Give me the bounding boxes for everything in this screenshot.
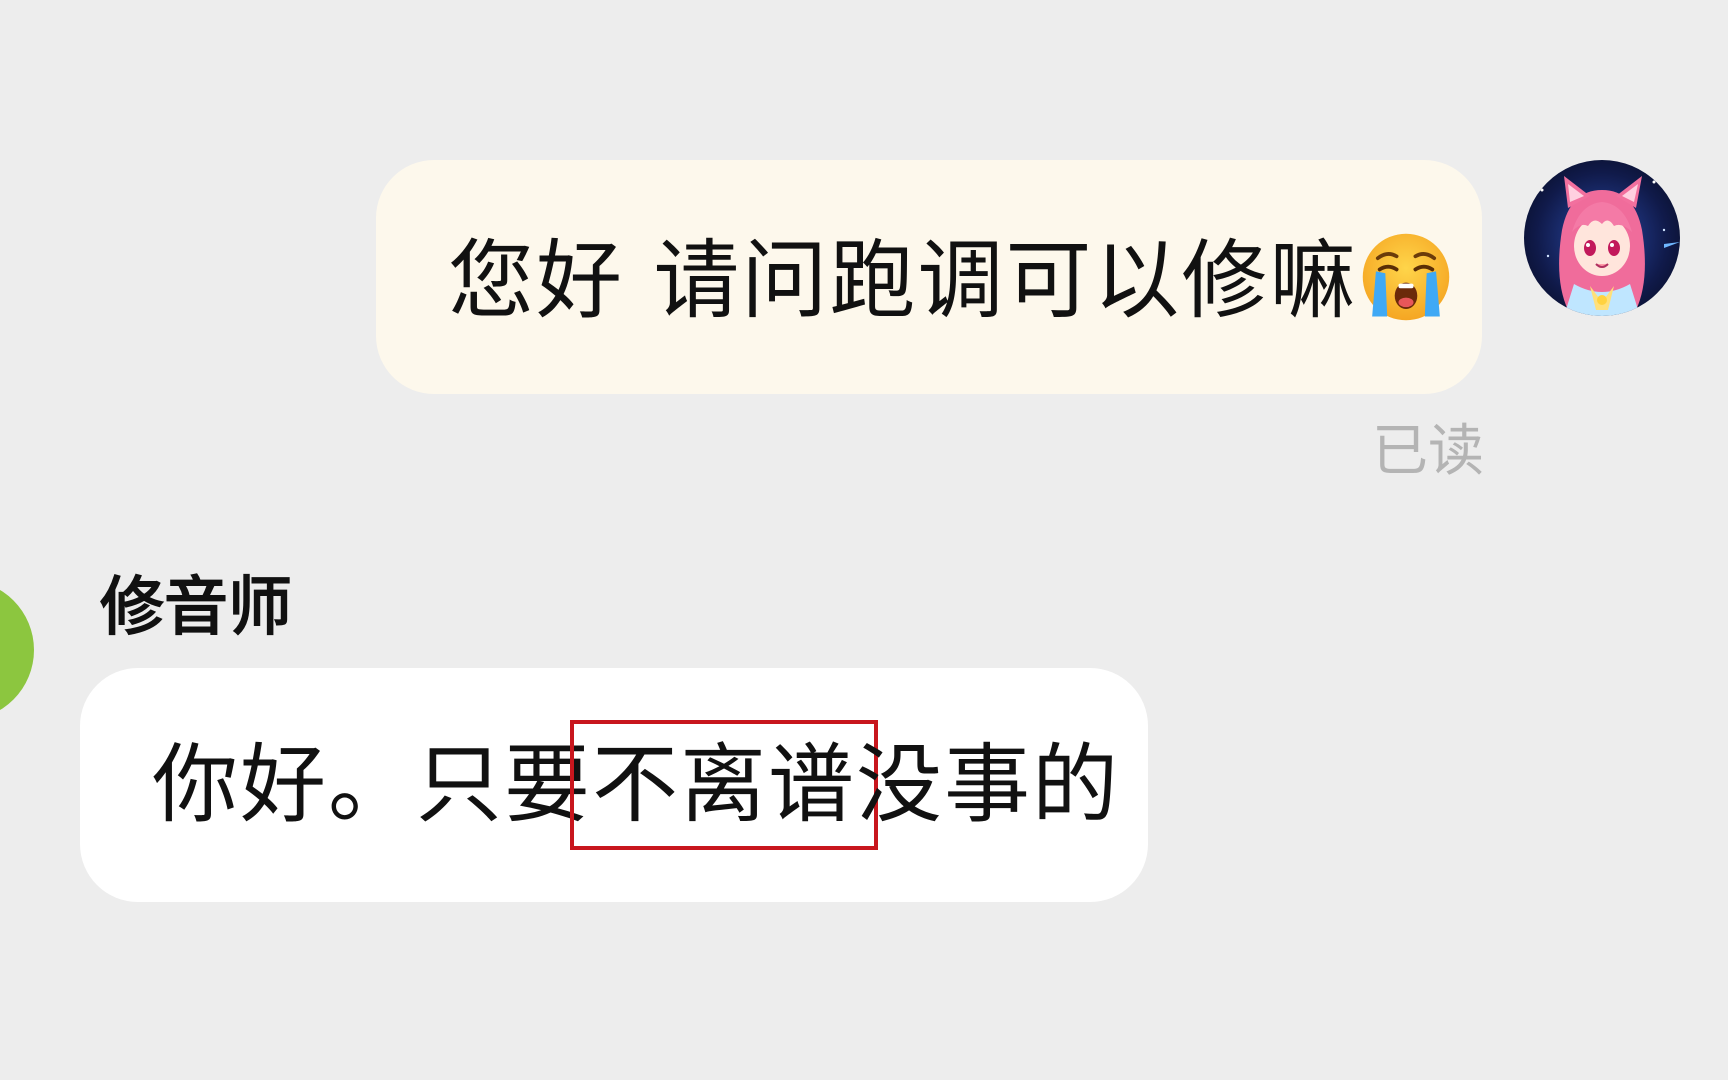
- outgoing-message-text: 您好 请问跑调可以修嘛: [448, 230, 1453, 324]
- outgoing-message-content: 您好 请问跑调可以修嘛: [448, 231, 1358, 331]
- incoming-text-before: 你好。只要: [152, 735, 592, 835]
- my-avatar[interactable]: [1524, 160, 1680, 316]
- loudly-crying-face-icon: [1363, 233, 1450, 321]
- outgoing-message-bubble[interactable]: 您好 请问跑调可以修嘛: [376, 160, 1482, 394]
- incoming-message-text: 你好。只要不离谱没事的: [152, 720, 1120, 850]
- sender-avatar[interactable]: [0, 580, 34, 720]
- anime-avatar-image: [1524, 160, 1680, 316]
- read-status: 已读: [1372, 419, 1484, 484]
- highlighted-phrase: 不离谱: [570, 720, 878, 850]
- chat-thread: 您好 请问跑调可以修嘛 已读 修音师 你好。只要不离谱没事的: [0, 0, 1728, 1080]
- sender-name: 修音师: [100, 571, 292, 645]
- incoming-message-bubble[interactable]: 你好。只要不离谱没事的: [80, 668, 1148, 902]
- incoming-text-after: 没事的: [856, 735, 1120, 835]
